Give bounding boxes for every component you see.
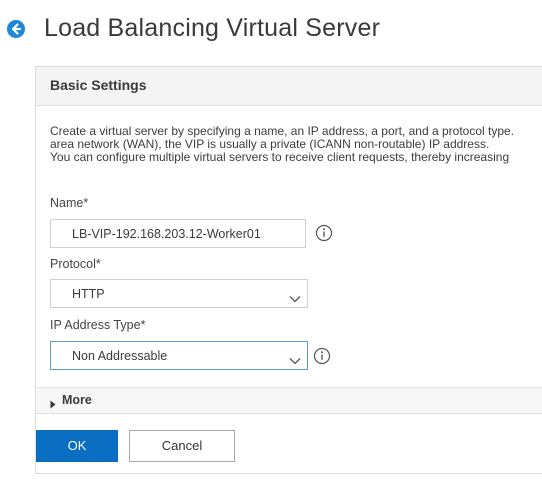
more-label: More: [62, 393, 92, 407]
cancel-button[interactable]: Cancel: [129, 430, 235, 462]
page-title: Load Balancing Virtual Server: [44, 14, 381, 42]
protocol-label: Protocol*: [50, 257, 101, 271]
ok-button[interactable]: OK: [36, 430, 118, 462]
basic-settings-panel: Basic Settings Create a virtual server b…: [35, 66, 542, 474]
caret-right-icon: [50, 396, 56, 414]
description-line: You can configure multiple virtual serve…: [50, 150, 510, 164]
more-toggle[interactable]: More: [36, 387, 542, 414]
back-arrow-icon[interactable]: [7, 20, 25, 38]
ip-address-type-select[interactable]: Non Addressable: [50, 341, 308, 370]
panel-header: Basic Settings: [36, 67, 542, 106]
name-label: Name*: [50, 196, 89, 210]
protocol-select-value: HTTP: [72, 287, 105, 301]
chevron-down-icon: [289, 290, 301, 308]
page-header: Load Balancing Virtual Server: [0, 0, 542, 56]
ip-address-type-select-value: Non Addressable: [72, 349, 168, 363]
protocol-select[interactable]: HTTP: [50, 279, 308, 308]
info-icon[interactable]: [315, 224, 333, 242]
chevron-down-icon: [289, 352, 301, 370]
name-input-value: LB-VIP-192.168.203.12-Worker01: [72, 227, 261, 241]
info-icon[interactable]: [313, 347, 331, 365]
ip-address-type-label: IP Address Type*: [50, 318, 146, 332]
name-input[interactable]: LB-VIP-192.168.203.12-Worker01: [50, 219, 306, 248]
panel-description: Create a virtual server by specifying a …: [50, 125, 514, 164]
panel-title: Basic Settings: [50, 77, 147, 93]
